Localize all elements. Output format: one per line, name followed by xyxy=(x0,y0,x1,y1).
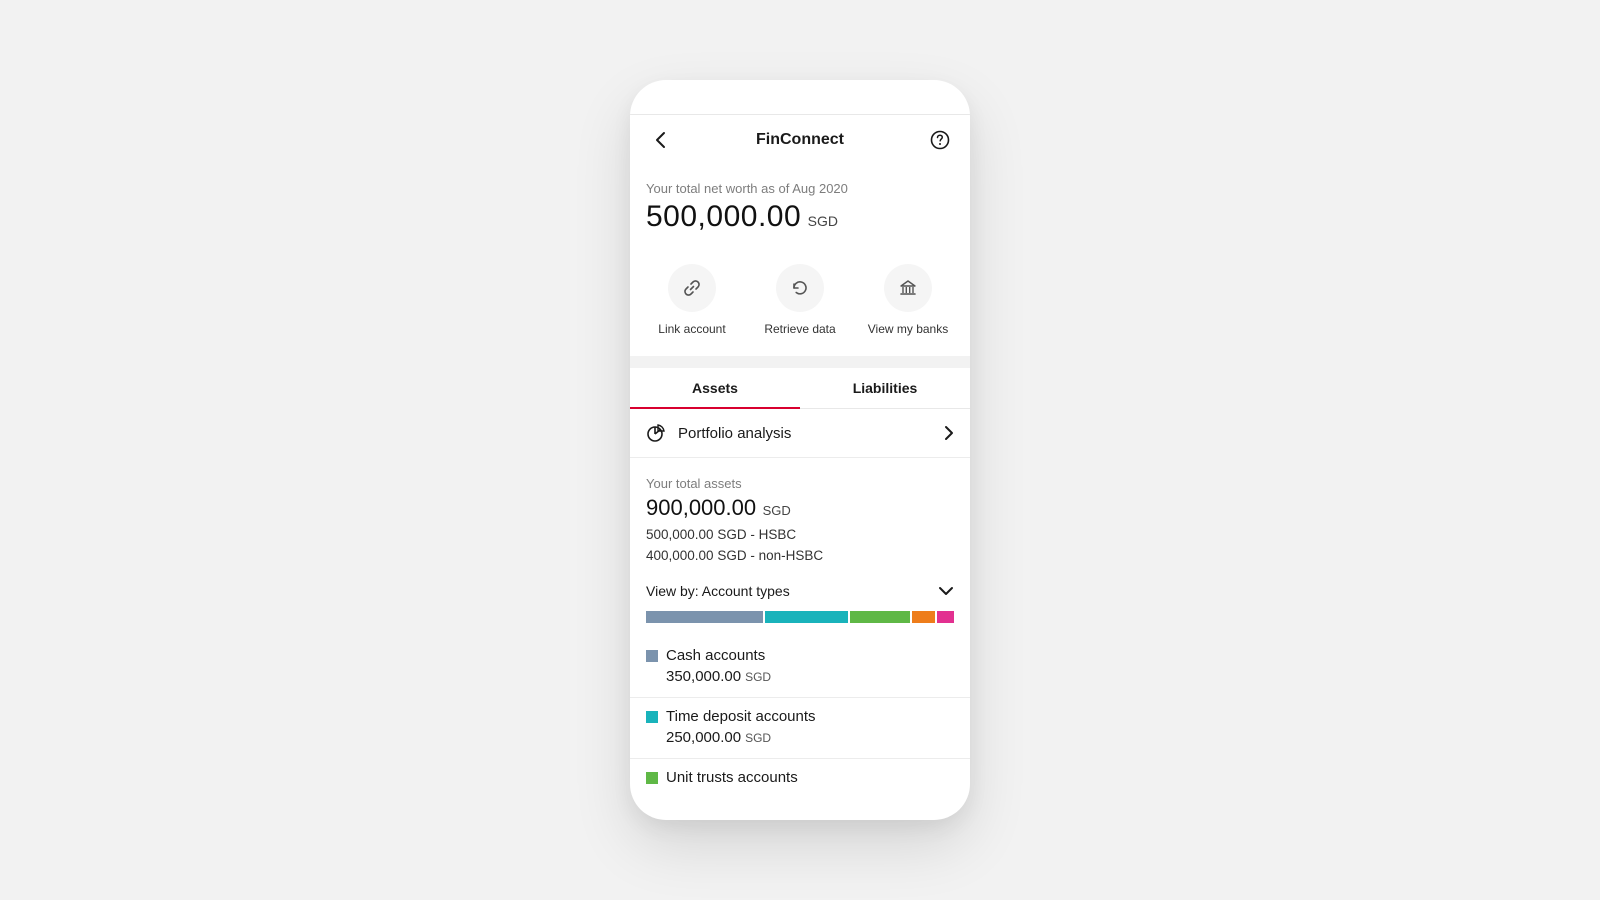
phone-frame: FinConnect Your total net worth as of Au… xyxy=(630,80,970,820)
bar-segment xyxy=(850,611,910,623)
bank-icon xyxy=(898,278,918,298)
asset-item-name: Unit trusts accounts xyxy=(666,769,798,786)
screen: FinConnect Your total net worth as of Au… xyxy=(630,80,970,820)
tab-assets[interactable]: Assets xyxy=(630,368,800,408)
breakdown-nonhsbc: 400,000.00 SGD - non-HSBC xyxy=(646,548,954,563)
total-assets-label: Your total assets xyxy=(646,476,954,491)
portfolio-analysis-label: Portfolio analysis xyxy=(678,425,932,442)
retrieve-data-action[interactable]: Retrieve data xyxy=(746,264,854,336)
networth-amount: 500,000.00 xyxy=(646,200,801,233)
total-assets-value: 900,000.00 SGD xyxy=(646,495,954,521)
actions-row: Link account Retrieve data View my banks xyxy=(630,246,970,356)
link-account-action[interactable]: Link account xyxy=(638,264,746,336)
asset-type-list: Cash accounts 350,000.00SGD Time deposit a… xyxy=(630,637,970,798)
asset-item-currency: SGD xyxy=(745,670,771,684)
view-by-label: View by: Account types xyxy=(646,583,790,599)
chevron-right-icon xyxy=(944,425,954,441)
asset-item-amount: 250,000.00SGD xyxy=(666,729,954,746)
retrieve-data-circle xyxy=(776,264,824,312)
asset-item-header: Cash accounts xyxy=(646,647,954,664)
retrieve-data-label: Retrieve data xyxy=(764,322,835,336)
networth-currency: SGD xyxy=(808,213,838,229)
asset-item-header: Time deposit accounts xyxy=(646,708,954,725)
bar-segment xyxy=(937,611,954,623)
help-icon xyxy=(930,130,950,150)
view-banks-label: View my banks xyxy=(868,322,948,336)
page-title: FinConnect xyxy=(756,131,844,149)
tabs: Assets Liabilities xyxy=(630,368,970,409)
view-banks-action[interactable]: View my banks xyxy=(854,264,962,336)
asset-item-name: Time deposit accounts xyxy=(666,708,816,725)
asset-type-item[interactable]: Unit trusts accounts xyxy=(630,759,970,798)
bar-segment xyxy=(912,611,935,623)
link-account-label: Link account xyxy=(658,322,725,336)
color-swatch xyxy=(646,711,658,723)
tab-liabilities[interactable]: Liabilities xyxy=(800,368,970,408)
asset-type-item[interactable]: Cash accounts 350,000.00SGD xyxy=(630,637,970,698)
status-bar xyxy=(630,80,970,114)
asset-item-name: Cash accounts xyxy=(666,647,765,664)
networth-label: Your total net worth as of Aug 2020 xyxy=(646,181,954,196)
total-assets-amount: 900,000.00 xyxy=(646,495,756,520)
refresh-icon xyxy=(790,278,810,298)
chevron-down-icon xyxy=(938,586,954,596)
help-button[interactable] xyxy=(926,126,954,154)
total-assets-currency: SGD xyxy=(763,503,791,518)
asset-item-currency: SGD xyxy=(745,731,771,745)
asset-item-amount: 350,000.00SGD xyxy=(666,668,954,685)
assets-summary: Your total assets 900,000.00 SGD 500,000… xyxy=(630,458,970,569)
view-by-selector[interactable]: View by: Account types xyxy=(630,569,970,607)
chevron-left-icon xyxy=(654,131,666,149)
bar-segment xyxy=(765,611,848,623)
asset-item-header: Unit trusts accounts xyxy=(646,769,954,786)
pie-chart-icon xyxy=(646,423,666,443)
link-account-circle xyxy=(668,264,716,312)
breakdown-hsbc: 500,000.00 SGD - HSBC xyxy=(646,527,954,542)
view-banks-circle xyxy=(884,264,932,312)
section-gap xyxy=(630,356,970,368)
allocation-bar-chart xyxy=(646,611,954,623)
color-swatch xyxy=(646,650,658,662)
color-swatch xyxy=(646,772,658,784)
link-icon xyxy=(682,278,702,298)
networth-value: 500,000.00 SGD xyxy=(646,200,954,234)
portfolio-analysis-row[interactable]: Portfolio analysis xyxy=(630,409,970,458)
bar-segment xyxy=(646,611,763,623)
networth-section: Your total net worth as of Aug 2020 500,… xyxy=(630,165,970,246)
app-header: FinConnect xyxy=(630,115,970,165)
asset-type-item[interactable]: Time deposit accounts 250,000.00SGD xyxy=(630,698,970,759)
back-button[interactable] xyxy=(646,126,674,154)
